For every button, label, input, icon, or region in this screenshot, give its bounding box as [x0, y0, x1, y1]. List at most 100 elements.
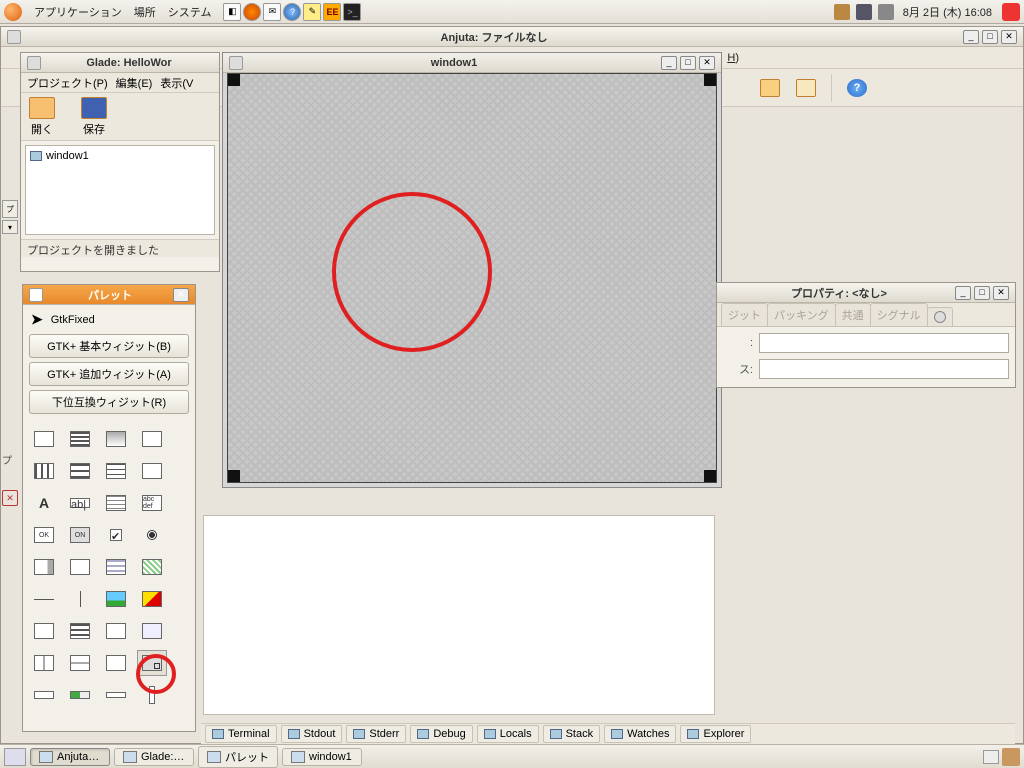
- terminal-icon[interactable]: >_: [343, 3, 361, 21]
- widget-treeview-icon[interactable]: [101, 554, 131, 580]
- left-pane-tab[interactable]: プ: [2, 200, 18, 218]
- left-pane-close-button[interactable]: ✕: [2, 490, 18, 506]
- widget-toggle-icon[interactable]: ON: [65, 522, 95, 548]
- close-button[interactable]: ✕: [1001, 30, 1017, 44]
- widget-menubar-icon[interactable]: [65, 426, 95, 452]
- tab-watches[interactable]: Watches: [604, 725, 676, 743]
- prop-tab-common[interactable]: 共通: [835, 303, 871, 326]
- designer-min-button[interactable]: _: [661, 56, 677, 70]
- designer-max-button[interactable]: □: [680, 56, 696, 70]
- designer-titlebar[interactable]: window1 _ □ ✕: [223, 53, 721, 73]
- toolbar-folder-button[interactable]: [755, 73, 785, 103]
- network-icon[interactable]: [856, 4, 872, 20]
- resize-handle-tl[interactable]: [228, 74, 240, 86]
- maximize-button[interactable]: □: [982, 30, 998, 44]
- update-icon[interactable]: [834, 4, 850, 20]
- glade-menu-edit[interactable]: 編集(E): [116, 75, 153, 91]
- editor-area[interactable]: [203, 515, 715, 715]
- tab-stderr[interactable]: Stderr: [346, 725, 406, 743]
- workspace-switcher[interactable]: [983, 750, 999, 764]
- widget-vbox-icon[interactable]: [65, 458, 95, 484]
- toolbar-help-button[interactable]: ?: [842, 73, 872, 103]
- firefox-icon[interactable]: [243, 3, 261, 21]
- tab-stdout[interactable]: Stdout: [281, 725, 343, 743]
- widget-combo-icon[interactable]: abcdef: [137, 490, 167, 516]
- glade-menu-project[interactable]: プロジェクト(P): [27, 75, 108, 91]
- widget-viewport-icon[interactable]: [137, 618, 167, 644]
- clock[interactable]: 8月 2日 (木) 16:08: [903, 4, 992, 20]
- designer-close-button[interactable]: ✕: [699, 56, 715, 70]
- properties-min-button[interactable]: _: [955, 286, 971, 300]
- minimize-button[interactable]: _: [963, 30, 979, 44]
- widget-frame-icon[interactable]: [65, 554, 95, 580]
- tab-terminal[interactable]: Terminal: [205, 725, 277, 743]
- prop-tab-widget[interactable]: ジット: [721, 303, 768, 326]
- volume-icon[interactable]: [878, 4, 894, 20]
- widget-filechooser-icon[interactable]: [29, 618, 59, 644]
- properties-max-button[interactable]: □: [974, 286, 990, 300]
- widget-check-icon[interactable]: ✔: [101, 522, 131, 548]
- system-menu[interactable]: システム: [168, 4, 212, 20]
- widget-drawingarea-icon[interactable]: [137, 586, 167, 612]
- task-anjuta[interactable]: Anjuta…: [30, 748, 110, 766]
- widget-vsep-icon[interactable]: [65, 586, 95, 612]
- widget-vscale-icon[interactable]: [137, 682, 167, 708]
- anjuta-titlebar[interactable]: Anjuta: ファイルなし _ □ ✕: [1, 27, 1023, 47]
- widget-handlebox-icon[interactable]: [101, 650, 131, 676]
- widget-hscale-icon[interactable]: [101, 682, 131, 708]
- apps-menu[interactable]: アプリケーション: [34, 4, 122, 20]
- properties-close-button[interactable]: ✕: [993, 286, 1009, 300]
- power-button-icon[interactable]: [1002, 3, 1020, 21]
- palette-close-button[interactable]: ✕: [173, 288, 189, 302]
- launcher-icon[interactable]: ◧: [223, 3, 241, 21]
- widget-entry-icon[interactable]: ab|: [65, 490, 95, 516]
- widget-progressbar-icon[interactable]: [65, 682, 95, 708]
- prop-tab-a11y[interactable]: [927, 307, 953, 326]
- ubuntu-logo-icon[interactable]: [4, 3, 22, 21]
- widget-notebook-icon[interactable]: [137, 458, 167, 484]
- widget-statusbar-icon[interactable]: [29, 682, 59, 708]
- widget-image-icon[interactable]: [101, 586, 131, 612]
- pointer-icon[interactable]: ➤: [31, 311, 43, 328]
- task-glade[interactable]: Glade:…: [114, 748, 194, 766]
- menu-help[interactable]: H): [727, 52, 739, 64]
- palette-titlebar[interactable]: パレット ✕: [23, 285, 195, 305]
- task-palette[interactable]: パレット: [198, 746, 278, 768]
- tab-explorer[interactable]: Explorer: [680, 725, 751, 743]
- glade-open-button[interactable]: 開く: [29, 97, 55, 137]
- help-icon[interactable]: ?: [283, 3, 301, 21]
- glade-titlebar[interactable]: Glade: HelloWor: [21, 53, 219, 73]
- prop-name-input[interactable]: [759, 333, 1009, 353]
- glade-menu-view[interactable]: 表示(V: [160, 75, 193, 91]
- notes-icon[interactable]: ✎: [303, 3, 321, 21]
- task-window1[interactable]: window1: [282, 748, 362, 766]
- prop-tab-signals[interactable]: シグナル: [870, 303, 928, 326]
- show-desktop-button[interactable]: [4, 748, 26, 766]
- palette-btn-extra[interactable]: GTK+ 追加ウィジット(A): [29, 362, 189, 386]
- widget-button-ok-icon[interactable]: OK: [29, 522, 59, 548]
- widget-fixed-icon[interactable]: [137, 650, 167, 676]
- widget-hpaned-icon[interactable]: [29, 650, 59, 676]
- widget-scrolled-icon[interactable]: [101, 618, 131, 644]
- places-menu[interactable]: 場所: [134, 4, 156, 20]
- widget-dialog-icon[interactable]: [137, 426, 167, 452]
- resize-handle-bl[interactable]: [228, 470, 240, 482]
- trash-icon[interactable]: [1002, 748, 1020, 766]
- widget-table-icon[interactable]: [101, 458, 131, 484]
- mail-icon[interactable]: ✉: [263, 3, 281, 21]
- properties-titlebar[interactable]: プロパティ: <なし> _ □ ✕: [717, 283, 1015, 303]
- widget-label-icon[interactable]: A: [29, 490, 59, 516]
- left-pane-dropdown[interactable]: ▾: [2, 220, 18, 234]
- ee-icon[interactable]: EE: [323, 3, 341, 21]
- resize-handle-br[interactable]: [704, 470, 716, 482]
- glade-window-list[interactable]: window1: [25, 145, 215, 235]
- tab-debug[interactable]: Debug: [410, 725, 472, 743]
- tab-locals[interactable]: Locals: [477, 725, 539, 743]
- palette-btn-compat[interactable]: 下位互換ウィジット(R): [29, 390, 189, 414]
- prop-class-input[interactable]: [759, 359, 1009, 379]
- glade-save-button[interactable]: 保存: [81, 97, 107, 137]
- palette-btn-basic[interactable]: GTK+ 基本ウィジット(B): [29, 334, 189, 358]
- list-item[interactable]: window1: [30, 150, 210, 162]
- toolbar-doc-button[interactable]: [791, 73, 821, 103]
- resize-handle-tr[interactable]: [704, 74, 716, 86]
